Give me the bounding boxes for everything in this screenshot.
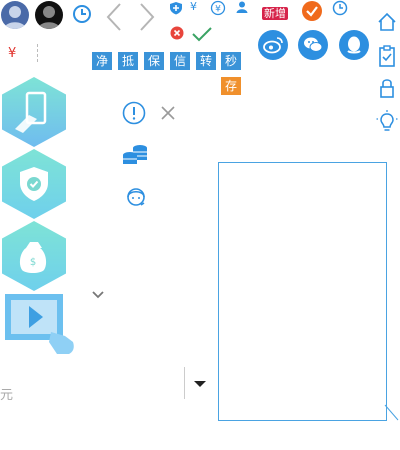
wechat-button[interactable]	[298, 30, 328, 60]
tag-guarantee: 保	[144, 52, 164, 70]
security-hex-badge	[2, 149, 66, 219]
clock-icon[interactable]	[72, 4, 92, 24]
mobile-phone-hand-icon	[15, 91, 47, 133]
success-check-icon	[192, 27, 212, 42]
yen-symbol: ¥	[190, 0, 197, 13]
person-icon[interactable]	[235, 0, 249, 14]
shield-plus-icon[interactable]	[169, 1, 183, 15]
user-avatar[interactable]	[1, 1, 29, 29]
tag-deposit: 存	[221, 77, 241, 95]
yen-label: ¥	[8, 46, 17, 61]
default-avatar-icon	[38, 6, 60, 29]
divider	[37, 44, 38, 62]
lightbulb-icon[interactable]	[376, 110, 398, 134]
user-avatar-icon	[4, 6, 26, 29]
error-icon	[170, 26, 184, 40]
qq-button[interactable]	[339, 30, 369, 60]
video-play-icon	[5, 294, 74, 354]
lock-icon[interactable]	[379, 77, 395, 99]
home-icon[interactable]	[377, 12, 397, 32]
money-hex-badge: $	[2, 221, 66, 291]
chevron-down-icon[interactable]	[91, 290, 105, 300]
close-icon[interactable]	[160, 105, 176, 121]
weibo-icon	[263, 37, 283, 54]
clock-small-icon[interactable]	[332, 0, 348, 16]
orange-check-icon[interactable]	[301, 0, 323, 22]
tag-net: 净	[92, 52, 112, 70]
content-panel	[218, 162, 387, 421]
customer-service-icon[interactable]	[124, 185, 148, 209]
caret-down-icon	[194, 381, 206, 387]
coins-stack-icon[interactable]	[121, 143, 149, 167]
new-badge: 新增	[262, 2, 288, 21]
tag-deduct: 抵	[118, 52, 138, 70]
amount-unit-label: 元	[0, 388, 14, 403]
svg-text:$: $	[30, 257, 36, 268]
dropdown-divider	[184, 367, 185, 399]
default-avatar[interactable]	[35, 1, 63, 29]
panel-corner-fold	[384, 404, 399, 421]
mobile-hex-badge	[2, 77, 66, 147]
amount-dropdown-toggle[interactable]	[186, 370, 214, 398]
yen-circle-icon[interactable]: ¥	[210, 0, 226, 16]
tag-transfer: 转	[196, 52, 216, 70]
new-badge-label: 新增	[262, 7, 288, 20]
tag-credit: 信	[170, 52, 190, 70]
info-alert-icon[interactable]	[122, 101, 146, 125]
wechat-icon	[304, 37, 323, 52]
money-bag-icon: $	[19, 242, 47, 273]
chevron-right-icon[interactable]	[137, 2, 157, 32]
svg-text:¥: ¥	[215, 5, 221, 15]
clipboard-check-icon[interactable]	[378, 45, 396, 67]
chevron-left-icon[interactable]	[104, 2, 124, 32]
shield-check-icon	[20, 167, 48, 201]
qq-icon	[347, 36, 361, 54]
weibo-button[interactable]	[258, 30, 288, 60]
tag-instant: 秒	[221, 52, 241, 70]
